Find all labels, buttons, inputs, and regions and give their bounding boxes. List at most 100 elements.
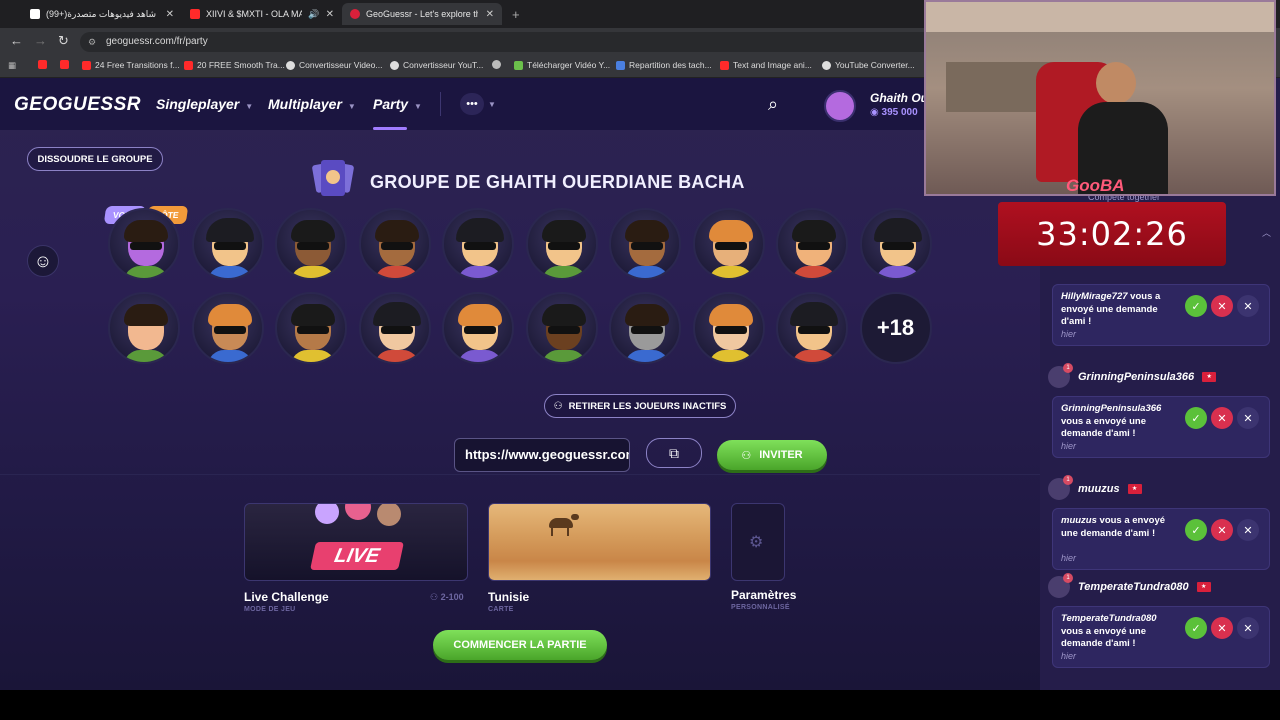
sunglasses-icon — [464, 326, 496, 334]
nav-party[interactable]: Party ▼ — [373, 96, 422, 112]
bookmark-6[interactable]: Convertisseur YouT... — [390, 60, 483, 70]
player-avatar[interactable] — [776, 292, 848, 364]
player-avatar[interactable] — [442, 292, 514, 364]
sunglasses-icon — [380, 242, 413, 250]
check-icon: ✓ — [1191, 622, 1201, 635]
notification-sender[interactable]: 1 GrinningPeninsula366 ★ — [1048, 363, 1274, 388]
accept-button[interactable]: ✓ — [1185, 519, 1207, 541]
accept-button[interactable]: ✓ — [1185, 407, 1207, 429]
browser-tab-2[interactable]: XIIVI & $MXTI - OLA MAMA 🔊 ✕ — [182, 3, 342, 25]
bookmark-7[interactable] — [492, 60, 505, 69]
decline-button[interactable]: ✕ — [1211, 295, 1233, 317]
user-avatar[interactable] — [824, 90, 856, 122]
bookmark-11[interactable]: YouTube Converter... — [822, 60, 915, 70]
accept-button[interactable]: ✓ — [1185, 295, 1207, 317]
reload-icon[interactable]: ↻ — [58, 33, 69, 49]
close-icon: ✕ — [1243, 300, 1253, 313]
close-icon[interactable]: ✕ — [486, 9, 494, 20]
dismiss-button[interactable]: ✕ — [1237, 617, 1259, 639]
sunglasses-icon — [881, 242, 914, 250]
url-field[interactable]: ⚙ geoguessr.com/fr/party — [80, 32, 960, 52]
dismiss-button[interactable]: ✕ — [1237, 519, 1259, 541]
dismiss-button[interactable]: ✕ — [1237, 295, 1259, 317]
invite-button[interactable]: ⚇ INVITER — [717, 440, 827, 470]
more-menu-button[interactable]: ••• — [460, 93, 484, 115]
new-tab-button[interactable]: + — [504, 3, 524, 25]
character-icon — [315, 504, 339, 524]
globe-icon — [286, 60, 295, 70]
player-avatar[interactable] — [191, 292, 264, 364]
cross-icon: ✕ — [1217, 300, 1227, 313]
player-avatar[interactable] — [692, 292, 765, 364]
settings-card[interactable]: ⚙ — [731, 503, 785, 581]
avatar-body — [708, 266, 753, 278]
player-avatar[interactable] — [358, 208, 431, 280]
close-icon[interactable]: ✕ — [326, 9, 334, 20]
avatar-body — [792, 266, 836, 278]
decline-button[interactable]: ✕ — [1211, 519, 1233, 541]
nav-multiplayer[interactable]: Multiplayer ▼ — [268, 96, 356, 112]
bookmark-3[interactable]: 24 Free Transitions f... — [82, 60, 180, 70]
player-avatar[interactable] — [609, 208, 681, 280]
copy-link-button[interactable]: ⧉ — [646, 438, 702, 468]
disband-group-button[interactable]: DISSOUDRE LE GROUPE — [27, 147, 163, 171]
close-icon: ✕ — [1243, 412, 1253, 425]
player-avatar[interactable] — [609, 292, 681, 364]
bookmark-2[interactable] — [60, 60, 73, 69]
apps-icon[interactable]: ▦ — [8, 60, 16, 71]
search-icon[interactable]: ⌕ — [768, 94, 778, 115]
notification-sender[interactable]: 1 TemperateTundra080 ★ — [1048, 573, 1274, 598]
avatar-body — [792, 350, 836, 362]
sunglasses-icon — [213, 242, 246, 250]
bookmark-4[interactable]: 20 FREE Smooth Tra... — [184, 60, 285, 70]
close-icon[interactable]: ✕ — [166, 9, 174, 20]
cross-icon: ✕ — [1217, 524, 1227, 537]
sunglasses-icon — [464, 242, 496, 250]
site-info-icon[interactable]: ⚙ — [88, 32, 96, 52]
avatar-body — [458, 350, 502, 362]
player-avatar[interactable] — [525, 208, 598, 280]
player-avatar[interactable] — [108, 208, 180, 280]
bookmark-8[interactable]: Télécharger Vidéo Y... — [514, 60, 610, 70]
browser-tab-3[interactable]: GeoGuessr - Let's explore the w ✕ — [342, 3, 502, 25]
user-name[interactable]: Ghaith Ou — [870, 91, 928, 105]
accept-button[interactable]: ✓ — [1185, 617, 1207, 639]
dismiss-button[interactable]: ✕ — [1237, 407, 1259, 429]
notification-sender[interactable]: 1 muuzus ★ — [1048, 475, 1274, 500]
player-avatar[interactable] — [525, 292, 598, 364]
add-user-icon: ⚇ — [741, 449, 752, 462]
bookmark-5[interactable]: Convertisseur Video... — [286, 60, 382, 70]
player-avatar[interactable] — [108, 292, 180, 364]
player-avatar[interactable] — [275, 208, 347, 280]
download-icon — [514, 60, 523, 70]
decline-button[interactable]: ✕ — [1211, 407, 1233, 429]
sunglasses-icon — [714, 242, 747, 250]
bookmark-9[interactable]: Repartition des tach... — [616, 60, 712, 70]
back-icon[interactable]: ← — [10, 33, 23, 48]
player-avatar[interactable] — [358, 292, 431, 364]
sender-name: GrinningPeninsula366 — [1078, 371, 1195, 383]
player-avatar[interactable] — [191, 208, 264, 280]
bookmark-1[interactable] — [38, 60, 51, 69]
remove-inactive-button[interactable]: ⚇ RETIRER LES JOUEURS INACTIFS — [544, 394, 736, 418]
collapse-icon[interactable]: ︿ — [1262, 226, 1271, 239]
player-avatar[interactable] — [442, 208, 514, 280]
geoguessr-logo[interactable]: GEOGUESSR — [14, 94, 141, 116]
start-game-button[interactable]: COMMENCER LA PARTIE — [433, 630, 607, 660]
forward-icon[interactable]: → — [34, 33, 47, 48]
game-mode-title: Live Challenge — [244, 590, 329, 604]
browser-tab-1[interactable]: (99+)شاهد فيديوهات متصدرة | ✕ — [22, 3, 182, 25]
nav-singleplayer[interactable]: Singleplayer ▼ — [156, 96, 253, 112]
player-avatar[interactable] — [275, 292, 347, 364]
bookmark-10[interactable]: Text and Image ani... — [720, 60, 812, 70]
avatar-hair — [708, 220, 753, 242]
map-card[interactable] — [488, 503, 711, 581]
avatar-body — [625, 350, 669, 362]
game-mode-card[interactable]: LIVE — [244, 503, 468, 581]
player-avatar[interactable] — [692, 208, 765, 280]
player-avatar[interactable] — [776, 208, 848, 280]
player-avatar[interactable] — [859, 208, 932, 280]
decline-button[interactable]: ✕ — [1211, 617, 1233, 639]
invite-url-field[interactable]: https://www.geoguessr.com/fr/party — [454, 438, 630, 472]
emote-button[interactable]: ☺ — [27, 245, 59, 277]
